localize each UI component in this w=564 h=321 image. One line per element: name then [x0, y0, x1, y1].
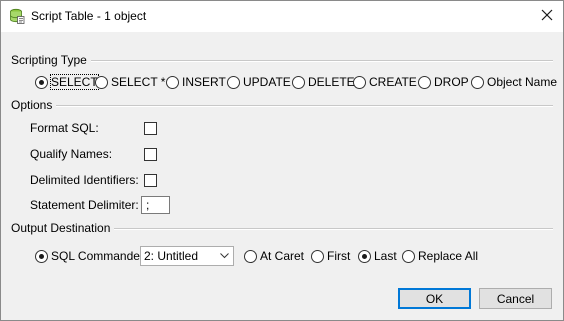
radio-object-name-label: Object Name: [487, 75, 558, 89]
radio-insert[interactable]: INSERT: [166, 74, 226, 90]
radio-delete[interactable]: DELETE: [292, 74, 355, 90]
scripting-type-divider: [81, 60, 553, 62]
delimited-identifiers-checkbox[interactable]: [144, 174, 157, 187]
radio-indicator: [95, 75, 108, 89]
cancel-button[interactable]: Cancel: [479, 288, 552, 309]
qualify-names-checkbox[interactable]: [144, 148, 157, 161]
output-destination-label: Output Destination: [11, 221, 115, 235]
window-title: Script Table - 1 object: [31, 9, 147, 23]
ok-button[interactable]: OK: [398, 288, 471, 309]
radio-create[interactable]: CREATE: [353, 74, 417, 90]
radio-drop[interactable]: DROP: [418, 74, 469, 90]
statement-delimiter-input[interactable]: ;: [141, 196, 170, 214]
radio-object-name[interactable]: Object Name: [471, 74, 557, 90]
radio-last[interactable]: Last: [358, 248, 397, 264]
radio-select-star-label: SELECT *: [111, 75, 166, 89]
radio-indicator: [358, 249, 371, 263]
commander-tab-select[interactable]: 2: Untitled: [140, 246, 234, 266]
radio-indicator: [471, 75, 484, 89]
radio-indicator: [35, 249, 48, 263]
radio-delete-label: DELETE: [308, 75, 355, 89]
radio-replace-all-label: Replace All: [418, 249, 479, 263]
radio-create-label: CREATE: [369, 75, 417, 89]
close-icon: [541, 9, 553, 24]
statement-delimiter-label: Statement Delimiter:: [30, 198, 139, 212]
delimited-identifiers-label: Delimited Identifiers:: [30, 173, 139, 187]
output-destination-divider: [109, 228, 553, 230]
radio-indicator: [402, 249, 415, 263]
radio-sql-commander[interactable]: SQL Commander: [35, 248, 144, 264]
qualify-names-label: Qualify Names:: [30, 147, 113, 161]
radio-indicator: [244, 249, 257, 263]
radio-last-label: Last: [374, 249, 397, 263]
radio-sql-commander-label: SQL Commander: [51, 249, 144, 263]
radio-select-label: SELECT: [50, 74, 99, 90]
radio-select-star[interactable]: SELECT *: [95, 74, 165, 90]
database-script-icon: [9, 8, 25, 24]
options-label: Options: [11, 98, 57, 112]
radio-drop-label: DROP: [434, 75, 469, 89]
radio-indicator: [418, 75, 431, 89]
format-sql-label: Format SQL:: [30, 121, 99, 135]
chevron-down-icon: [216, 247, 233, 265]
commander-tab-value: 2: Untitled: [144, 249, 199, 263]
radio-indicator: [227, 75, 240, 89]
radio-at-caret-label: At Caret: [260, 249, 305, 263]
format-sql-checkbox[interactable]: [144, 122, 157, 135]
title-bar: Script Table - 1 object: [1, 1, 563, 32]
close-button[interactable]: [531, 1, 563, 32]
radio-insert-label: INSERT: [182, 75, 226, 89]
radio-first[interactable]: First: [311, 248, 350, 264]
radio-replace-all[interactable]: Replace All: [402, 248, 478, 264]
radio-update-label: UPDATE: [243, 75, 291, 89]
radio-indicator: [292, 75, 305, 89]
radio-select[interactable]: SELECT: [35, 74, 99, 90]
radio-update[interactable]: UPDATE: [227, 74, 291, 90]
script-table-dialog: Script Table - 1 object Scripting Type S…: [0, 0, 564, 321]
radio-indicator: [35, 75, 48, 89]
options-divider: [53, 105, 553, 107]
radio-first-label: First: [327, 249, 351, 263]
radio-at-caret[interactable]: At Caret: [244, 248, 304, 264]
radio-indicator: [311, 249, 324, 263]
radio-indicator: [166, 75, 179, 89]
radio-indicator: [353, 75, 366, 89]
scripting-type-label: Scripting Type: [11, 53, 91, 67]
